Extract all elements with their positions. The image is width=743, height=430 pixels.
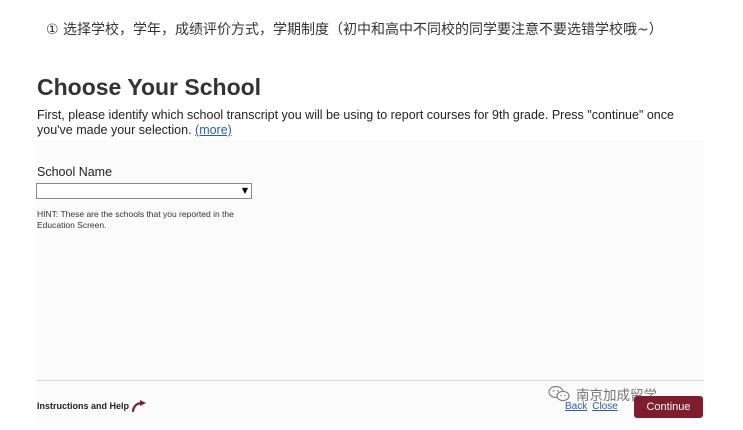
- instruction-note: ① 选择学校，学年，成绩评价方式，学期制度（初中和高中不同校的同学要注意不要选错…: [46, 22, 663, 38]
- more-link[interactable]: (more): [195, 123, 232, 137]
- back-link[interactable]: Back: [565, 401, 587, 412]
- close-link[interactable]: Close: [592, 401, 618, 412]
- school-name-select[interactable]: ▼: [36, 183, 252, 199]
- hint-text: HINT: These are the schools that you rep…: [37, 209, 234, 230]
- curved-arrow-icon: [132, 400, 147, 412]
- instructions-help-label: Instructions and Help: [37, 401, 130, 411]
- instructions-help-link[interactable]: Instructions and Help: [37, 400, 147, 412]
- footer-links: Back Close: [565, 401, 623, 412]
- continue-button[interactable]: Continue: [634, 396, 703, 418]
- intro-description: First, please identify which school tran…: [37, 108, 674, 137]
- footer-divider: [36, 380, 704, 381]
- dropdown-arrow-icon[interactable]: ▼: [242, 186, 248, 196]
- page-title: Choose Your School: [37, 74, 262, 100]
- intro-text: First, please identify which school tran…: [37, 108, 707, 138]
- school-name-label: School Name: [37, 165, 113, 179]
